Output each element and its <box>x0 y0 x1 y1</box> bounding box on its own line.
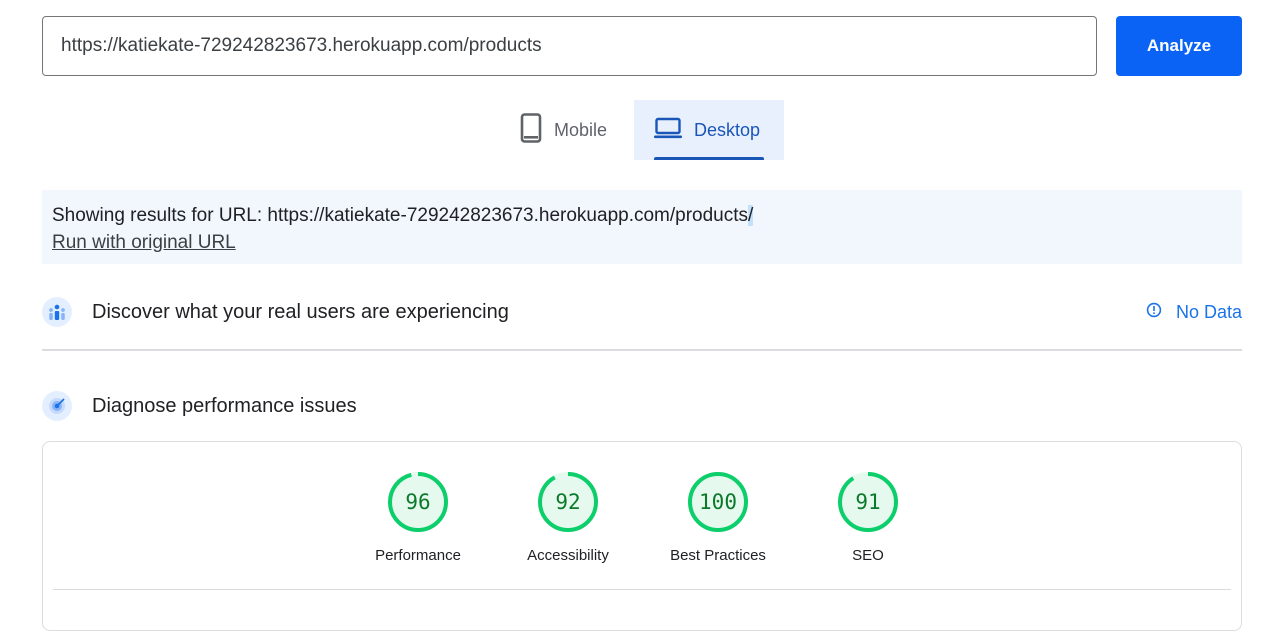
score-gauge-seo[interactable]: 91 SEO <box>793 472 943 564</box>
users-icon <box>42 297 72 327</box>
score-value: 92 <box>555 490 581 514</box>
field-data-section: Discover what your real users are experi… <box>42 296 1242 328</box>
score-label: Accessibility <box>527 547 609 564</box>
section-divider <box>42 349 1242 351</box>
notice-selected-slash: / <box>748 205 754 226</box>
tab-indicator <box>654 157 764 160</box>
score-gauge-best-practices[interactable]: 100 Best Practices <box>643 472 793 564</box>
score-label: SEO <box>852 547 884 564</box>
run-original-url-link[interactable]: Run with original URL <box>52 232 236 253</box>
score-gauge-accessibility[interactable]: 92 Accessibility <box>493 472 643 564</box>
lab-data-section: Diagnose performance issues <box>42 390 1242 422</box>
card-divider <box>53 589 1231 590</box>
score-gauge-performance[interactable]: 96 Performance <box>343 472 493 564</box>
no-data-label: No Data <box>1175 301 1242 322</box>
tab-mobile-label: Mobile <box>554 119 608 140</box>
notice-text: Showing results for URL: https://katieka… <box>52 205 749 226</box>
score-value: 100 <box>699 490 737 514</box>
laptop-icon <box>654 117 682 144</box>
score-value: 96 <box>405 490 431 514</box>
url-notice: Showing results for URL: https://katieka… <box>42 190 1242 264</box>
analyze-button[interactable]: Analyze <box>1116 16 1242 76</box>
scores-card: 96 Performance 92 Accessibility 100 Best Prac… <box>42 441 1242 631</box>
info-icon <box>1146 302 1162 323</box>
score-value: 91 <box>855 490 881 514</box>
diagnose-icon <box>42 391 72 421</box>
tab-desktop[interactable]: Desktop <box>634 100 784 160</box>
no-data-indicator[interactable]: No Data <box>1146 302 1242 323</box>
url-input[interactable] <box>42 16 1097 76</box>
field-data-title: Discover what your real users are experi… <box>92 300 509 323</box>
phone-icon <box>520 112 542 148</box>
tab-desktop-label: Desktop <box>694 119 761 140</box>
tab-mobile[interactable]: Mobile <box>508 100 634 160</box>
score-label: Best Practices <box>670 547 766 564</box>
score-label: Performance <box>375 547 461 564</box>
lab-data-title: Diagnose performance issues <box>92 394 357 417</box>
